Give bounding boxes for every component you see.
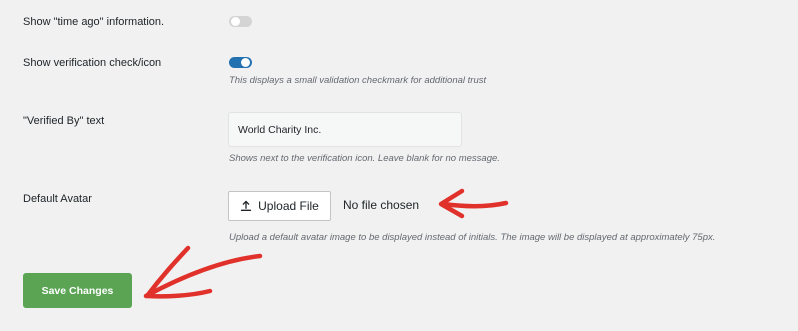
verified-by-input[interactable] <box>228 112 462 147</box>
upload-file-label: Upload File <box>258 199 319 213</box>
verified-by-description: Shows next to the verification icon. Lea… <box>229 153 500 164</box>
toggle-knob <box>241 58 250 67</box>
upload-file-button[interactable]: Upload File <box>228 191 331 221</box>
time-ago-label: Show "time ago" information. <box>23 16 165 28</box>
save-changes-button[interactable]: Save Changes <box>23 273 132 308</box>
verified-by-label: "Verified By" text <box>23 115 105 127</box>
default-avatar-label: Default Avatar <box>23 193 92 205</box>
verification-description: This displays a small validation checkma… <box>229 75 487 86</box>
file-status-text: No file chosen <box>343 198 420 212</box>
red-arrow-icon <box>438 188 509 219</box>
toggle-knob <box>231 17 240 26</box>
upload-icon <box>240 200 252 211</box>
time-ago-toggle[interactable] <box>229 16 252 27</box>
verification-label: Show verification check/icon <box>23 57 162 69</box>
default-avatar-description: Upload a default avatar image to be disp… <box>229 232 716 243</box>
red-arrow-icon <box>143 245 263 299</box>
verification-toggle[interactable] <box>229 57 252 68</box>
